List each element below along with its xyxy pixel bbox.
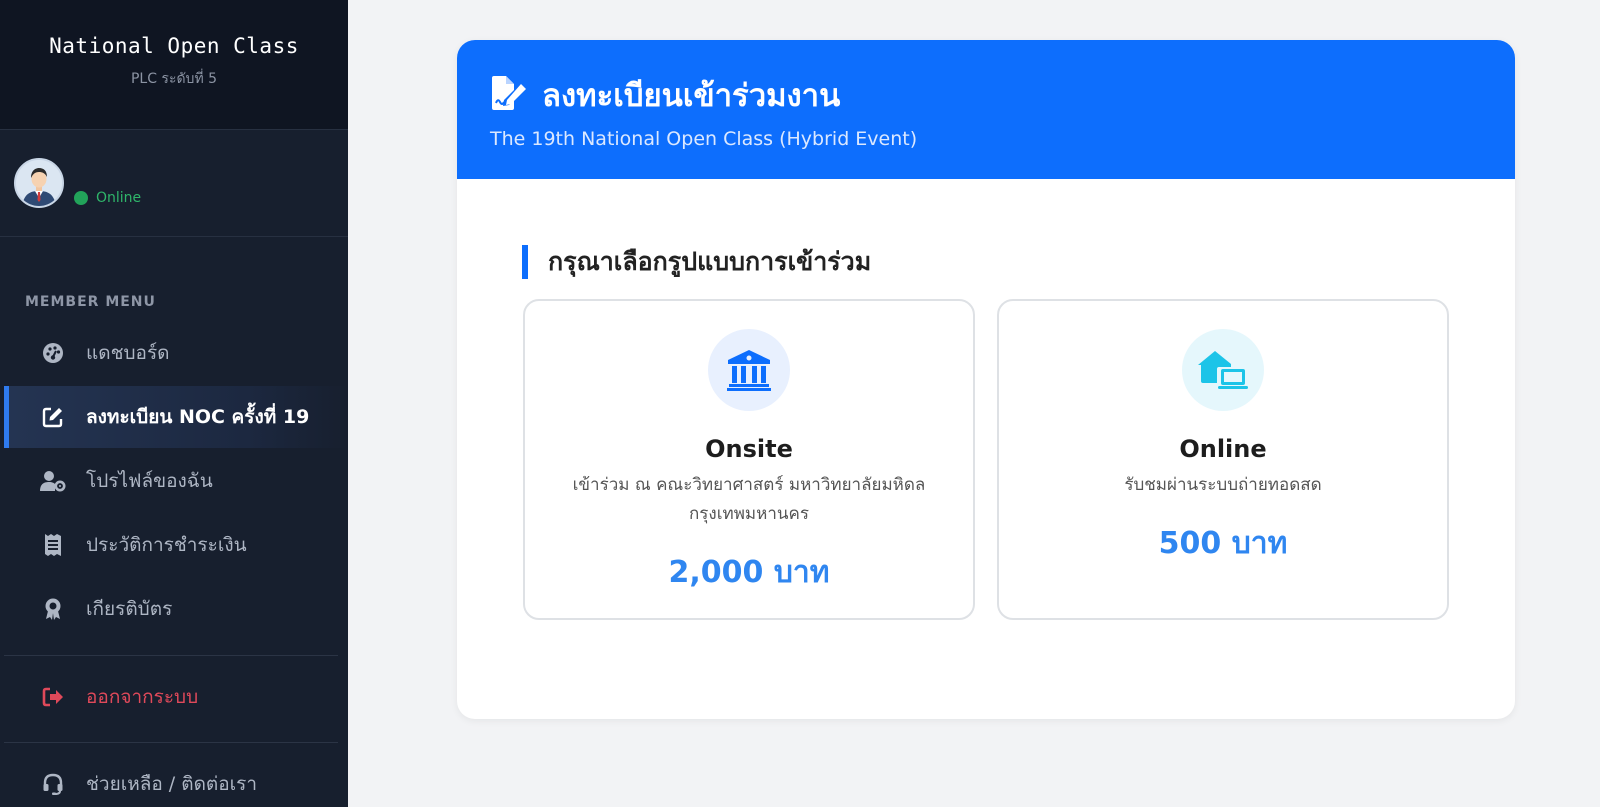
option-name: Onsite [705, 435, 793, 463]
status-dot-icon [74, 191, 88, 205]
option-online-card[interactable]: Online รับชมผ่านระบบถ่ายทอดสด 500 บาท [997, 299, 1449, 620]
sidebar-item-logout[interactable]: ออกจากระบบ [4, 666, 348, 728]
page-subtitle: The 19th National Open Class (Hybrid Eve… [490, 128, 918, 150]
status-label: Online [96, 190, 142, 206]
sidebar: National Open Class PLC ระดับที่ 5 Onlin… [0, 0, 348, 807]
menu-divider [4, 655, 338, 656]
edit-icon [40, 404, 66, 430]
headset-icon [40, 771, 66, 797]
award-icon [40, 596, 66, 622]
menu-heading: MEMBER MENU [25, 294, 156, 310]
brand-subtitle: PLC ระดับที่ 5 [130, 71, 218, 87]
sidebar-item-label: ประวัติการชำระเงิน [86, 534, 247, 556]
option-price: 2,000 บาท [668, 555, 830, 590]
logout-icon [40, 684, 66, 710]
logout-label: ออกจากระบบ [86, 686, 199, 708]
sidebar-item-certificates[interactable]: เกียรติบัตร [4, 578, 348, 640]
user-panel: Online [0, 130, 348, 237]
sidebar-item-label: แดชบอร์ด [86, 342, 170, 364]
option-description: เข้าร่วม ณ คณะวิทยาศาสตร์ มหาวิทยาลัยมหิ… [572, 475, 926, 524]
receipt-icon [40, 532, 66, 558]
option-description: รับชมผ่านระบบถ่ายทอดสด [1124, 475, 1322, 495]
option-onsite-card[interactable]: Onsite เข้าร่วม ณ คณะวิทยาศาสตร์ มหาวิทย… [523, 299, 975, 620]
page-title: ลงทะเบียนเข้าร่วมงาน [542, 78, 841, 114]
file-signature-icon [490, 76, 528, 114]
user-gear-icon [40, 468, 66, 494]
sidebar-item-payment-history[interactable]: ประวัติการชำระเงิน [4, 514, 348, 576]
dashboard-icon [40, 340, 66, 366]
menu-divider [4, 742, 338, 743]
avatar [14, 158, 64, 208]
sidebar-item-profile[interactable]: โปรไฟล์ของฉัน [4, 450, 348, 512]
online-status: Online [74, 190, 141, 206]
option-price: 500 บาท [1158, 526, 1288, 561]
sidebar-item-label: เกียรติบัตร [86, 598, 173, 620]
help-label: ช่วยเหลือ / ติดต่อเรา [86, 773, 258, 795]
option-name: Online [1179, 435, 1267, 463]
sidebar-item-help[interactable]: ช่วยเหลือ / ติดต่อเรา [4, 753, 348, 807]
sidebar-item-register-noc[interactable]: ลงทะเบียน NOC ครั้งที่ 19 [4, 386, 348, 448]
sidebar-item-dashboard[interactable]: แดชบอร์ด [4, 322, 348, 384]
brand-title: National Open Class [49, 34, 299, 58]
registration-card: ลงทะเบียนเข้าร่วมงาน The 19th National O… [457, 40, 1515, 719]
sidebar-item-label: โปรไฟล์ของฉัน [86, 470, 213, 492]
building-columns-icon [708, 329, 790, 411]
house-laptop-icon [1182, 329, 1264, 411]
section-title: กรุณาเลือกรูปแบบการเข้าร่วม [522, 245, 871, 279]
brand: National Open Class PLC ระดับที่ 5 [0, 0, 348, 130]
sidebar-item-label: ลงทะเบียน NOC ครั้งที่ 19 [86, 406, 310, 428]
card-header: ลงทะเบียนเข้าร่วมงาน The 19th National O… [457, 40, 1515, 179]
